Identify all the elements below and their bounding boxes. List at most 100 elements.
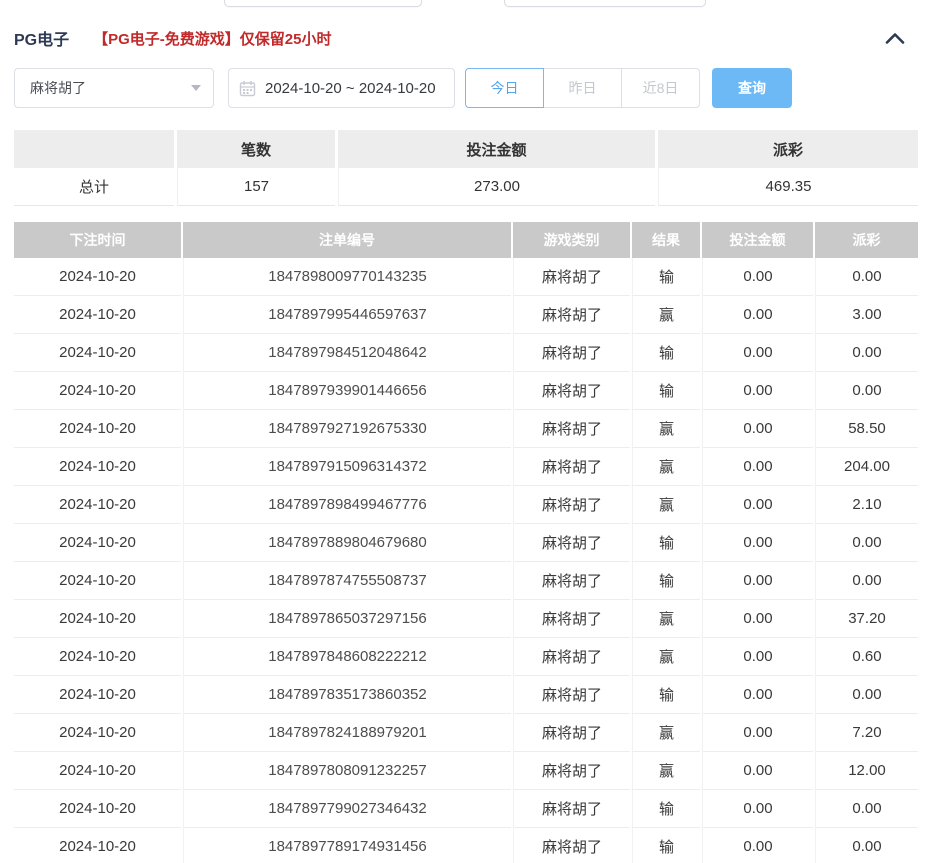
cell-payout: 0.60	[815, 638, 918, 676]
cell-bet-time: 2024-10-20	[14, 410, 181, 448]
cropped-input-right[interactable]	[504, 0, 706, 7]
cell-bet-amount: 0.00	[702, 524, 813, 562]
cell-payout: 0.00	[815, 334, 918, 372]
cell-result: 赢	[632, 714, 700, 752]
cell-payout: 3.00	[815, 296, 918, 334]
cell-order-id: 1847897915096314372	[183, 448, 511, 486]
summary-header-blank	[14, 130, 174, 168]
cell-payout: 0.00	[815, 524, 918, 562]
table-row: 2024-10-20 1847897874755508737 麻将胡了 输 0.…	[14, 562, 918, 600]
cell-order-id: 1847897808091232257	[183, 752, 511, 790]
cell-bet-amount: 0.00	[702, 334, 813, 372]
table-row: 2024-10-20 1847897865037297156 麻将胡了 赢 0.…	[14, 600, 918, 638]
col-header-payout: 派彩	[815, 222, 918, 258]
section-header: PG电子 【PG电子-免费游戏】仅保留25小时	[14, 25, 918, 51]
bet-records-table: 下注时间 注单编号 游戏类别 结果 投注金额 派彩 2024-10-20 184…	[14, 222, 918, 863]
cell-game-type: 麻将胡了	[513, 524, 630, 562]
table-row: 2024-10-20 1847897889804679680 麻将胡了 输 0.…	[14, 524, 918, 562]
cell-game-type: 麻将胡了	[513, 562, 630, 600]
cell-bet-time: 2024-10-20	[14, 562, 181, 600]
cell-result: 输	[632, 334, 700, 372]
cell-bet-amount: 0.00	[702, 714, 813, 752]
cell-bet-amount: 0.00	[702, 258, 813, 296]
cell-game-type: 麻将胡了	[513, 486, 630, 524]
col-header-order-id: 注单编号	[183, 222, 511, 258]
cell-order-id: 1847897835173860352	[183, 676, 511, 714]
cell-bet-amount: 0.00	[702, 600, 813, 638]
cell-result: 输	[632, 372, 700, 410]
last-8-days-button[interactable]: 近8日	[621, 68, 700, 108]
cell-order-id: 1847897874755508737	[183, 562, 511, 600]
cell-bet-amount: 0.00	[702, 296, 813, 334]
cell-payout: 0.00	[815, 828, 918, 863]
table-row: 2024-10-20 1847897835173860352 麻将胡了 输 0.…	[14, 676, 918, 714]
cell-bet-amount: 0.00	[702, 562, 813, 600]
table-row: 2024-10-20 1847897984512048642 麻将胡了 输 0.…	[14, 334, 918, 372]
summary-header-payout: 派彩	[658, 130, 918, 168]
cell-order-id: 1847897889804679680	[183, 524, 511, 562]
query-button[interactable]: 查询	[712, 68, 792, 108]
date-range-input[interactable]: 2024-10-20 ~ 2024-10-20	[228, 68, 455, 108]
caret-down-icon	[191, 85, 201, 91]
cell-order-id: 1847898009770143235	[183, 258, 511, 296]
summary-payout-value: 469.35	[658, 168, 918, 206]
cell-bet-time: 2024-10-20	[14, 258, 181, 296]
cell-payout: 37.20	[815, 600, 918, 638]
filter-row: 麻将胡了 2024-10-20 ~ 2024-10-20	[14, 68, 918, 108]
date-range-value: 2024-10-20 ~ 2024-10-20	[265, 80, 436, 97]
table-row: 2024-10-20 1847897848608222212 麻将胡了 赢 0.…	[14, 638, 918, 676]
cell-payout: 0.00	[815, 562, 918, 600]
table-header-row: 下注时间 注单编号 游戏类别 结果 投注金额 派彩	[14, 222, 918, 258]
cell-payout: 2.10	[815, 486, 918, 524]
collapse-section-button[interactable]	[884, 31, 906, 45]
summary-header-bet-amount: 投注金额	[338, 130, 655, 168]
cell-order-id: 1847897927192675330	[183, 410, 511, 448]
cell-game-type: 麻将胡了	[513, 258, 630, 296]
chevron-up-icon	[884, 33, 906, 48]
cell-bet-time: 2024-10-20	[14, 714, 181, 752]
summary-total-label: 总计	[14, 168, 174, 206]
retention-notice: 【PG电子-免费游戏】仅保留25小时	[93, 28, 331, 49]
summary-table: 笔数 投注金额 派彩 总计 157 273.00 469.35	[14, 130, 918, 206]
yesterday-button[interactable]: 昨日	[543, 68, 622, 108]
cell-bet-time: 2024-10-20	[14, 524, 181, 562]
cell-order-id: 1847897898499467776	[183, 486, 511, 524]
cell-order-id: 1847897848608222212	[183, 638, 511, 676]
cell-game-type: 麻将胡了	[513, 714, 630, 752]
cell-result: 输	[632, 258, 700, 296]
cell-order-id: 1847897799027346432	[183, 790, 511, 828]
cell-bet-time: 2024-10-20	[14, 790, 181, 828]
cell-bet-amount: 0.00	[702, 486, 813, 524]
cell-bet-amount: 0.00	[702, 752, 813, 790]
summary-header-count: 笔数	[177, 130, 335, 168]
cell-payout: 0.00	[815, 372, 918, 410]
table-row: 2024-10-20 1847897927192675330 麻将胡了 赢 0.…	[14, 410, 918, 448]
table-row: 2024-10-20 1847897789174931456 麻将胡了 输 0.…	[14, 828, 918, 863]
cell-payout: 12.00	[815, 752, 918, 790]
cell-bet-amount: 0.00	[702, 676, 813, 714]
cell-result: 输	[632, 790, 700, 828]
top-cropped-inputs	[14, 0, 918, 8]
cell-bet-time: 2024-10-20	[14, 296, 181, 334]
col-header-bet-time: 下注时间	[14, 222, 181, 258]
cell-game-type: 麻将胡了	[513, 828, 630, 863]
col-header-game-type: 游戏类别	[513, 222, 630, 258]
cell-result: 赢	[632, 752, 700, 790]
cell-bet-time: 2024-10-20	[14, 486, 181, 524]
cell-payout: 7.20	[815, 714, 918, 752]
today-button[interactable]: 今日	[465, 68, 544, 108]
cropped-input-left[interactable]	[224, 0, 422, 7]
cell-result: 赢	[632, 638, 700, 676]
table-row: 2024-10-20 1847897799027346432 麻将胡了 输 0.…	[14, 790, 918, 828]
cell-bet-time: 2024-10-20	[14, 676, 181, 714]
game-select[interactable]: 麻将胡了	[14, 68, 214, 108]
cell-bet-time: 2024-10-20	[14, 334, 181, 372]
cell-bet-amount: 0.00	[702, 372, 813, 410]
cell-bet-time: 2024-10-20	[14, 828, 181, 863]
cell-game-type: 麻将胡了	[513, 638, 630, 676]
cell-game-type: 麻将胡了	[513, 448, 630, 486]
cell-bet-amount: 0.00	[702, 790, 813, 828]
cell-result: 赢	[632, 600, 700, 638]
table-row: 2024-10-20 1847897939901446656 麻将胡了 输 0.…	[14, 372, 918, 410]
cell-bet-time: 2024-10-20	[14, 638, 181, 676]
